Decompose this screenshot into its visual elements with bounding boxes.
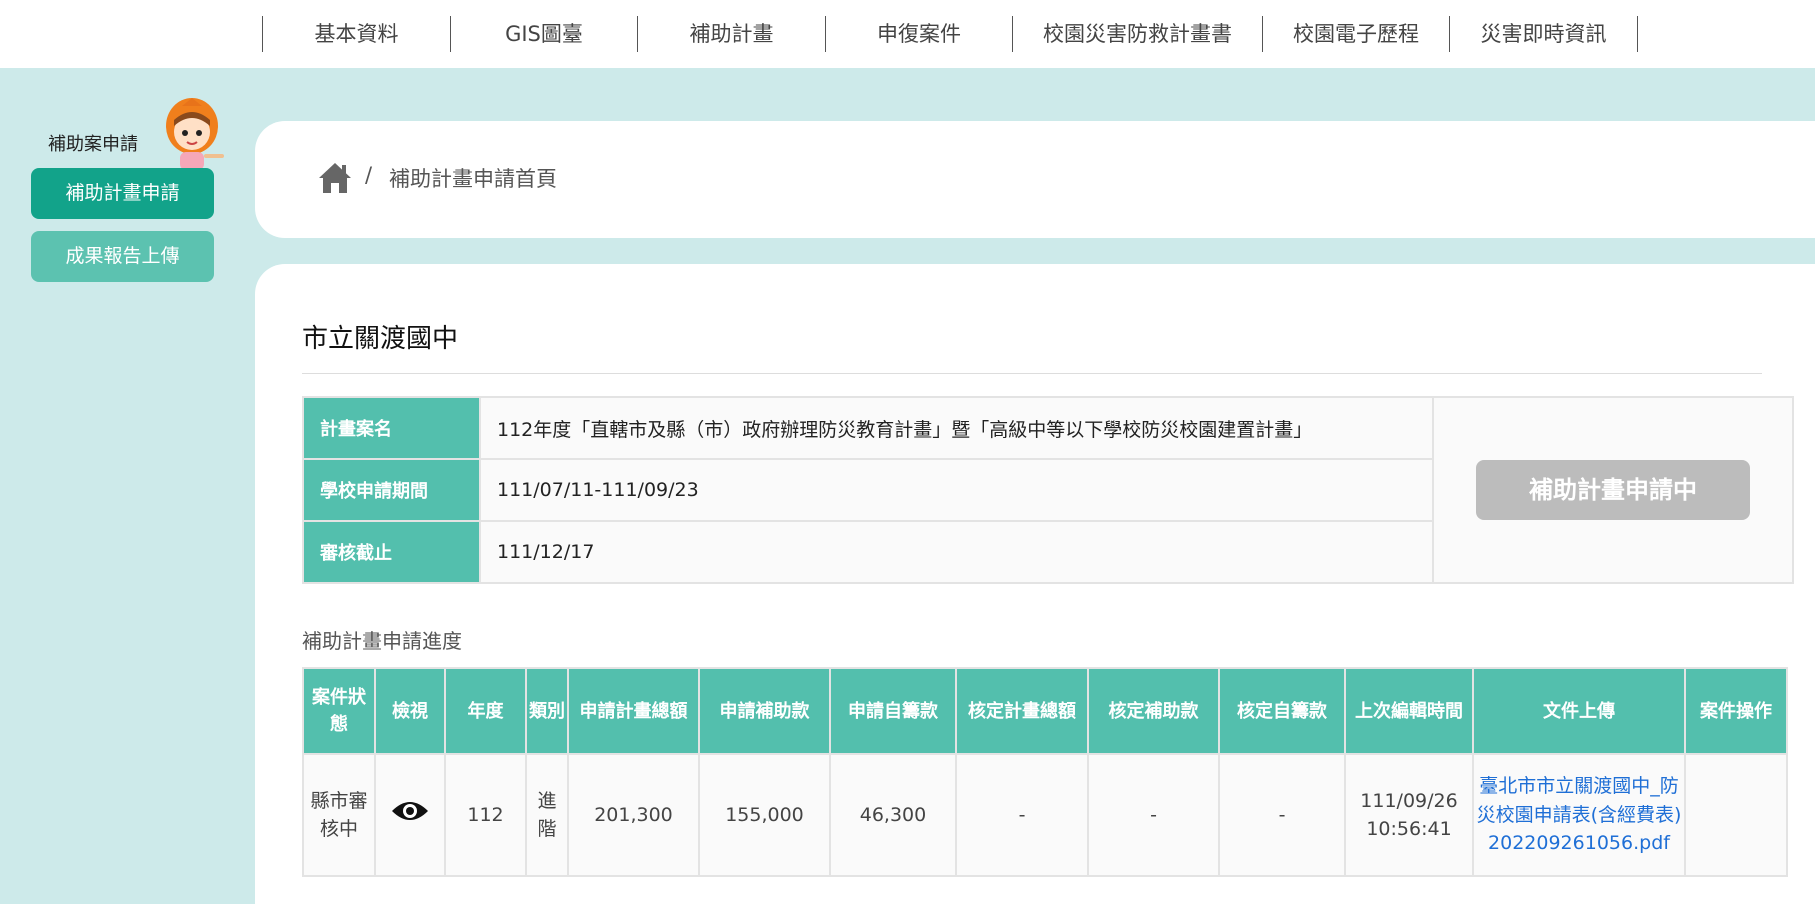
table-row: 縣市審核中 112 進階 201,300 155,000 46,300 - - …	[302, 753, 1788, 877]
column-header: 核定自籌款	[1218, 667, 1346, 755]
divider	[302, 373, 1762, 374]
nav-item-appeal-cases[interactable]: 申復案件	[826, 16, 1012, 52]
section-title: 補助計畫申請進度	[302, 629, 462, 653]
column-header: 案件操作	[1684, 667, 1788, 755]
file-link[interactable]: 臺北市市立關渡國中_防災校園申請表(含經費表)202209261056.pdf	[1477, 775, 1682, 854]
breadcrumb: / 補助計畫申請首頁	[255, 121, 1815, 238]
apply-status-button[interactable]: 補助計畫申請中	[1476, 460, 1750, 520]
sidebar-item-subsidy-apply[interactable]: 補助計畫申請	[31, 168, 214, 219]
approved-total-cell: -	[955, 753, 1089, 877]
info-key: 學校申請期間	[302, 458, 481, 522]
total-cell: 201,300	[567, 753, 700, 877]
plan-info-table: 計畫案名 112年度「直轄市及縣（市）政府辦理防災教育計畫」暨「高級中等以下學校…	[302, 396, 1794, 584]
nav-item-disaster-plan[interactable]: 校園災害防救計畫書	[1013, 16, 1262, 52]
view-cell	[374, 753, 446, 877]
column-header: 申請補助款	[698, 667, 831, 755]
nav-item-e-portfolio[interactable]: 校園電子歷程	[1263, 16, 1449, 52]
approved-subsidy-cell: -	[1087, 753, 1220, 877]
nav-item-basic-info[interactable]: 基本資料	[263, 16, 450, 52]
file-cell: 臺北市市立關渡國中_防災校園申請表(含經費表)202209261056.pdf	[1472, 753, 1686, 877]
home-icon[interactable]	[317, 161, 353, 195]
info-key: 計畫案名	[302, 396, 481, 460]
column-header: 申請計畫總額	[567, 667, 700, 755]
main-panel: 市立關渡國中 計畫案名 112年度「直轄市及縣（市）政府辦理防災教育計畫」暨「高…	[255, 264, 1815, 904]
subsidy-cell: 155,000	[698, 753, 831, 877]
breadcrumb-current: 補助計畫申請首頁	[389, 167, 557, 191]
nav-item-gis[interactable]: GIS圖臺	[451, 16, 637, 52]
column-header: 文件上傳	[1472, 667, 1686, 755]
info-value: 111/12/17	[479, 520, 1434, 584]
nav-item-disaster-info[interactable]: 災害即時資訊	[1450, 16, 1637, 52]
column-header: 類別	[525, 667, 569, 755]
column-header: 年度	[444, 667, 527, 755]
top-nav: 基本資料 GIS圖臺 補助計畫 申復案件 校園災害防救計畫書 校園電子歷程 災害…	[0, 0, 1815, 68]
category-cell: 進階	[525, 753, 569, 877]
eye-icon[interactable]	[390, 799, 430, 823]
table-header-row: 案件狀態 檢視 年度 類別 申請計畫總額 申請補助款 申請自籌款 核定計畫總額 …	[302, 667, 1788, 755]
self-fund-cell: 46,300	[829, 753, 957, 877]
info-value: 111/07/11-111/09/23	[479, 458, 1434, 522]
column-header: 核定計畫總額	[955, 667, 1089, 755]
case-status: 縣市審核中	[302, 753, 376, 877]
nav-separator	[1637, 16, 1638, 52]
year-cell: 112	[444, 753, 527, 877]
page-title: 市立關渡國中	[302, 324, 459, 354]
info-key: 審核截止	[302, 520, 481, 584]
nav-item-subsidy-plan[interactable]: 補助計畫	[638, 16, 825, 52]
column-header: 申請自籌款	[829, 667, 957, 755]
column-header: 上次編輯時間	[1344, 667, 1474, 755]
table-row: 計畫案名 112年度「直轄市及縣（市）政府辦理防災教育計畫」暨「高級中等以下學校…	[302, 396, 1794, 584]
column-header: 核定補助款	[1087, 667, 1220, 755]
column-header: 檢視	[374, 667, 446, 755]
approved-self-cell: -	[1218, 753, 1346, 877]
last-edit-cell: 111/09/26 10:56:41	[1344, 753, 1474, 877]
sidebar-title: 補助案申請	[48, 134, 138, 155]
info-action-cell: 補助計畫申請中	[1432, 396, 1794, 584]
sidebar-item-report-upload[interactable]: 成果報告上傳	[31, 231, 214, 282]
info-value: 112年度「直轄市及縣（市）政府辦理防災教育計畫」暨「高級中等以下學校防災校園建…	[479, 396, 1434, 460]
mascot-icon	[166, 98, 224, 170]
column-header: 案件狀態	[302, 667, 376, 755]
breadcrumb-separator: /	[365, 163, 373, 187]
operation-cell	[1684, 753, 1788, 877]
progress-table: 案件狀態 檢視 年度 類別 申請計畫總額 申請補助款 申請自籌款 核定計畫總額 …	[302, 667, 1788, 877]
